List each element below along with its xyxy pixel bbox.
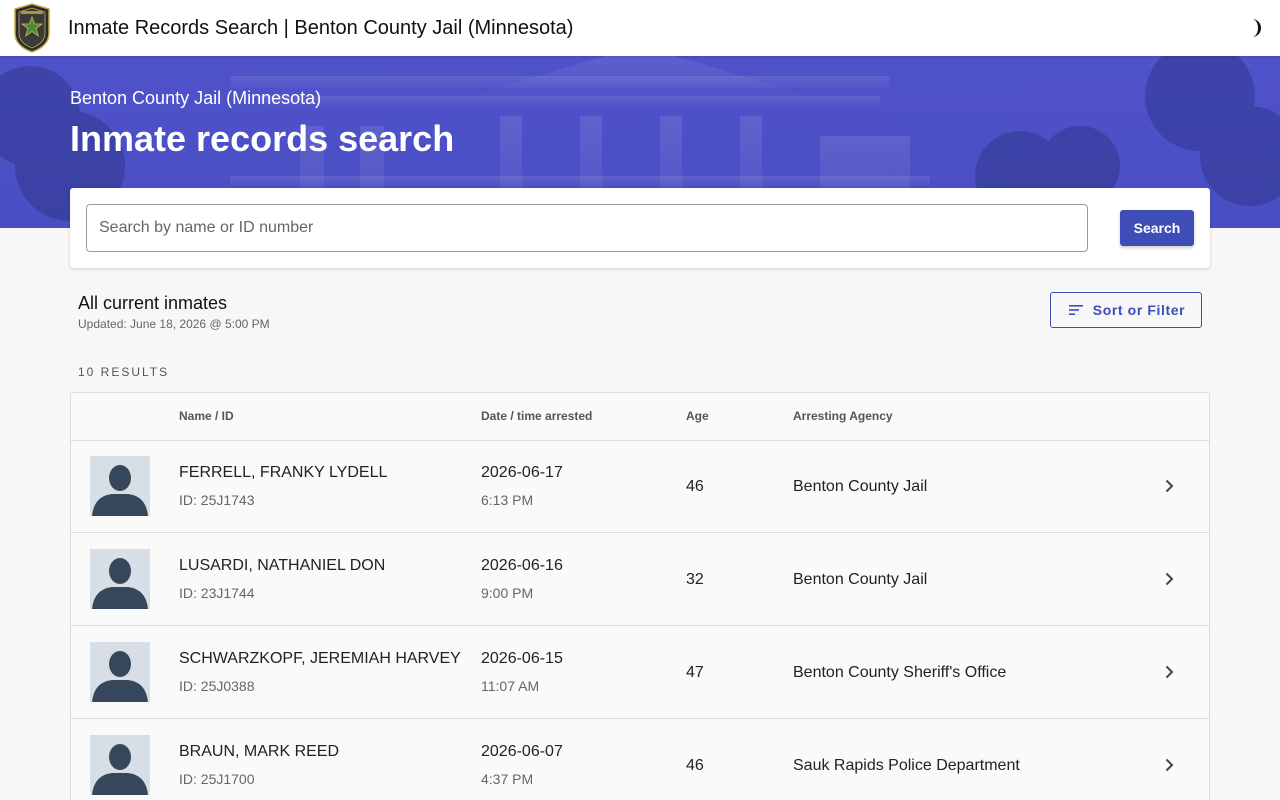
- chevron-right-icon[interactable]: [1159, 755, 1179, 775]
- header-agency[interactable]: Arresting Agency: [793, 409, 893, 423]
- arrest-date: 2026-06-16: [481, 557, 563, 574]
- inmate-age: 47: [686, 664, 704, 681]
- person-silhouette-icon: [92, 651, 148, 702]
- avatar: [90, 735, 150, 795]
- person-silhouette-icon: [92, 465, 148, 516]
- inmate-table: Name / ID Date / time arrested Age Arres…: [70, 392, 1210, 800]
- chevron-right-icon[interactable]: [1159, 476, 1179, 496]
- half-moon-icon[interactable]: [1240, 16, 1264, 40]
- header-name-id[interactable]: Name / ID: [179, 409, 234, 423]
- inmate-id: ID: 25J1700: [179, 771, 255, 787]
- arrest-date: 2026-06-15: [481, 650, 563, 667]
- search-input[interactable]: [86, 204, 1088, 252]
- updated-timestamp: Updated: June 18, 2026 @ 5:00 PM: [78, 317, 270, 331]
- table-row[interactable]: BRAUN, MARK REED ID: 25J1700 2026-06-07 …: [71, 719, 1209, 800]
- search-button[interactable]: Search: [1120, 210, 1194, 246]
- results-count: 10 RESULTS: [78, 365, 170, 379]
- table-row[interactable]: LUSARDI, NATHANIEL DON ID: 23J1744 2026-…: [71, 533, 1209, 626]
- page-title: Inmate records search: [70, 118, 455, 159]
- search-card: Search: [70, 188, 1210, 268]
- chevron-right-icon[interactable]: [1159, 569, 1179, 589]
- avatar: [90, 549, 150, 609]
- arrest-time: 9:00 PM: [481, 585, 534, 601]
- arresting-agency: Benton County Sheriff's Office: [793, 664, 1007, 681]
- arresting-agency: Sauk Rapids Police Department: [793, 757, 1020, 774]
- header-age[interactable]: Age: [686, 409, 709, 423]
- app-title: Inmate Records Search | Benton County Ja…: [68, 17, 574, 39]
- inmate-name: FERRELL, FRANKY LYDELL: [179, 464, 388, 481]
- person-silhouette-icon: [92, 744, 148, 795]
- arrest-date: 2026-06-17: [481, 464, 563, 481]
- inmate-id: ID: 23J1744: [179, 585, 255, 601]
- arresting-agency: Benton County Jail: [793, 571, 928, 588]
- inmate-name: BRAUN, MARK REED: [179, 743, 340, 760]
- arrest-time: 6:13 PM: [481, 492, 534, 508]
- section-title: All current inmates: [78, 293, 228, 313]
- avatar: [90, 456, 150, 516]
- chevron-right-icon[interactable]: [1159, 662, 1179, 682]
- hero-subtitle: Benton County Jail (Minnesota): [70, 88, 322, 108]
- inmate-name: LUSARDI, NATHANIEL DON: [179, 557, 386, 574]
- app-bar: Inmate Records Search | Benton County Ja…: [0, 0, 1280, 56]
- sort-filter-label: Sort or Filter: [1092, 302, 1186, 318]
- arrest-time: 4:37 PM: [481, 771, 534, 787]
- person-silhouette-icon: [92, 558, 148, 609]
- arrest-time: 11:07 AM: [481, 678, 540, 694]
- inmate-id: ID: 25J0388: [179, 678, 255, 694]
- table-row[interactable]: FERRELL, FRANKY LYDELL ID: 25J1743 2026-…: [71, 440, 1209, 533]
- avatar: [90, 642, 150, 702]
- filter-list-icon: [1068, 305, 1083, 315]
- sort-filter-button[interactable]: Sort or Filter: [1050, 292, 1202, 328]
- inmate-name: SCHWARZKOPF, JEREMIAH HARVEY: [179, 650, 461, 667]
- inmate-age: 32: [686, 571, 704, 588]
- arrest-date: 2026-06-07: [481, 743, 563, 760]
- table-header: Name / ID Date / time arrested Age Arres…: [71, 393, 1209, 441]
- arresting-agency: Benton County Jail: [793, 478, 928, 495]
- inmate-age: 46: [686, 478, 704, 495]
- header-date-time[interactable]: Date / time arrested: [481, 409, 592, 423]
- inmate-age: 46: [686, 757, 704, 774]
- inmate-id: ID: 25J1743: [179, 492, 255, 508]
- sheriff-badge-icon[interactable]: [12, 3, 52, 53]
- table-row[interactable]: SCHWARZKOPF, JEREMIAH HARVEY ID: 25J0388…: [71, 626, 1209, 719]
